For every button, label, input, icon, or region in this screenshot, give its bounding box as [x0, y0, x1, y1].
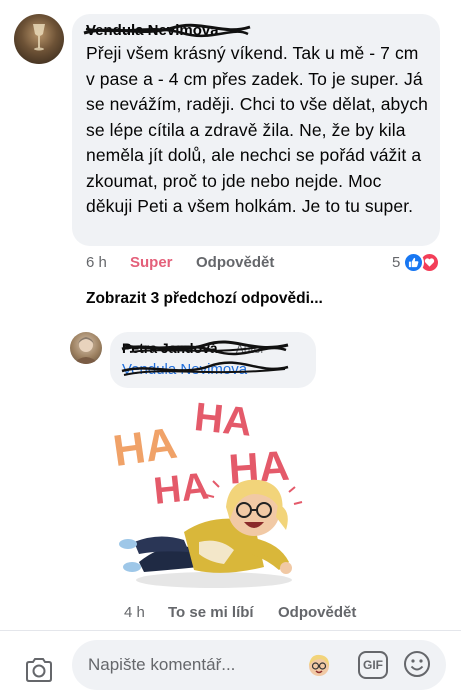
bitmoji-sticker-image: HA HA HA HA [110, 395, 303, 588]
reaction-button[interactable]: Super [130, 254, 196, 271]
reply-button[interactable]: Odpovědět [278, 604, 356, 621]
mention-link[interactable]: Vendula Nevimova [121, 360, 304, 380]
comment-author-name[interactable]: Vendula Nevimova [86, 22, 219, 39]
emoji-icon[interactable] [402, 649, 432, 679]
reaction-summary[interactable]: 5 [392, 252, 441, 273]
comment-input-placeholder: Napište komentář... [88, 655, 236, 674]
laughing-sticker[interactable]: HA HA HA HA [104, 392, 324, 597]
comment-text: Přeji všem krásný víkend. Tak u mě - 7 c… [86, 43, 428, 216]
divider [0, 630, 461, 631]
ha-text-3: HA [152, 465, 211, 513]
reply-bubble: Petra Jandová Autor Vendula Nevimova [110, 332, 316, 388]
reply-actions: 4 h To se mi líbí Odpovědět [124, 604, 356, 621]
comment-actions: 6 h Super Odpovědět [86, 254, 274, 271]
redaction-scribble [121, 340, 289, 356]
avatar-petra[interactable] [70, 332, 102, 364]
reply-button[interactable]: Odpovědět [196, 254, 274, 271]
comment-author[interactable]: Vendula Nevimova [83, 22, 428, 40]
comment-input[interactable]: Napište komentář... GIF [72, 640, 446, 690]
reply-author[interactable]: Petra Jandová Autor [121, 340, 304, 358]
reply-time[interactable]: 4 h [124, 604, 168, 621]
like-button[interactable]: To se mi líbí [168, 604, 278, 621]
person-photo-icon [73, 337, 99, 364]
avatar-vendula[interactable] [14, 14, 64, 64]
view-previous-replies[interactable]: Zobrazit 3 předchozí odpovědi... [86, 290, 323, 308]
gif-icon[interactable]: GIF [358, 651, 388, 679]
camera-icon[interactable] [24, 656, 54, 684]
bitmoji-icon[interactable] [304, 650, 334, 680]
reaction-count: 5 [392, 254, 401, 271]
comment-bubble: Vendula Nevimova Přeji všem krásný víken… [72, 14, 440, 246]
redaction-scribble [121, 361, 289, 376]
comment-time[interactable]: 6 h [86, 254, 130, 271]
ha-text-2: HA [192, 395, 254, 445]
wine-glass-icon [33, 24, 45, 51]
ha-text-1: HA [110, 419, 180, 476]
